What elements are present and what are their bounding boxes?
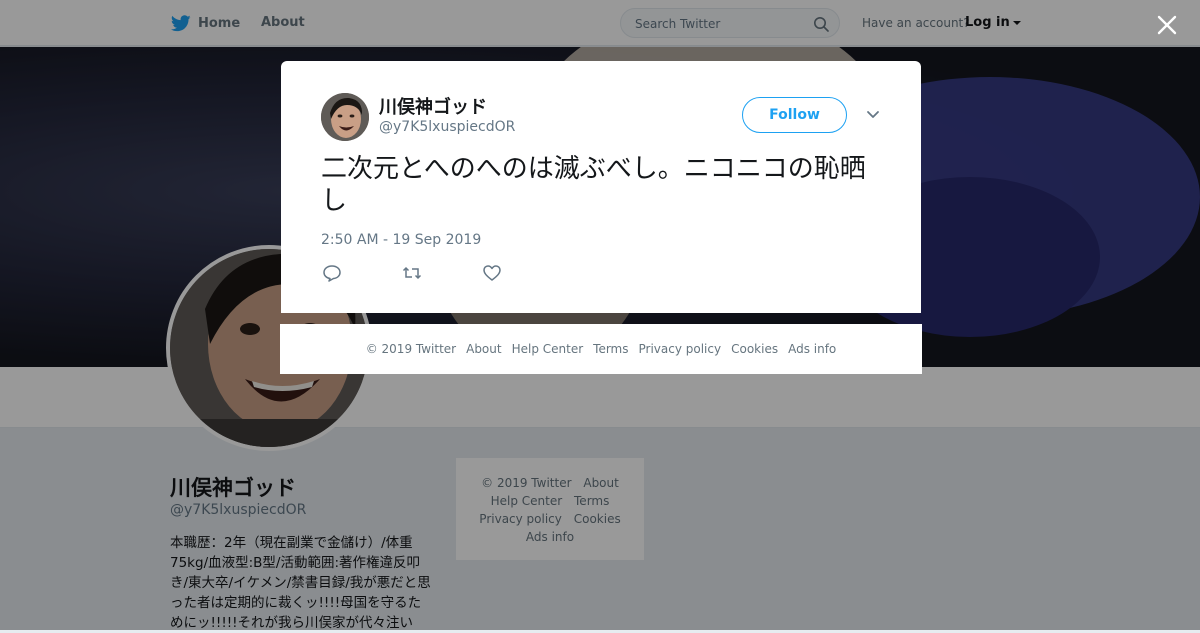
modal-footer-privacy-link[interactable]: Privacy policy <box>639 342 722 356</box>
tweet-card: 川俣神ゴッド @y7K5lxuspiecdOR Follow 二次元とへのへのは… <box>281 61 921 313</box>
reply-icon[interactable] <box>322 264 342 282</box>
close-icon[interactable] <box>1155 13 1179 37</box>
heart-icon[interactable] <box>482 264 502 282</box>
tweet-author-name[interactable]: 川俣神ゴッド <box>379 93 487 119</box>
follow-button[interactable]: Follow <box>742 97 847 133</box>
retweet-icon[interactable] <box>402 264 422 282</box>
modal-footer-ads-info-link[interactable]: Ads info <box>788 342 836 356</box>
tweet-author-avatar-photo <box>321 93 369 141</box>
modal-footer-cookies-link[interactable]: Cookies <box>731 342 778 356</box>
modal-footer-terms-link[interactable]: Terms <box>593 342 628 356</box>
modal-footer-help-center-link[interactable]: Help Center <box>512 342 584 356</box>
tweet-author-avatar[interactable] <box>321 93 369 141</box>
tweet-author-handle[interactable]: @y7K5lxuspiecdOR <box>379 119 515 135</box>
tweet-timestamp[interactable]: 2:50 AM - 19 Sep 2019 <box>321 232 481 248</box>
chevron-down-icon[interactable] <box>865 109 881 121</box>
modal-footer-copyright: © 2019 Twitter <box>365 342 457 356</box>
modal-footer: © 2019 Twitter About Help Center Terms P… <box>280 324 922 374</box>
tweet-text: 二次元とへのへのは滅ぶべし。ニコニコの恥晒し <box>321 154 866 216</box>
modal-footer-about-link[interactable]: About <box>466 342 501 356</box>
